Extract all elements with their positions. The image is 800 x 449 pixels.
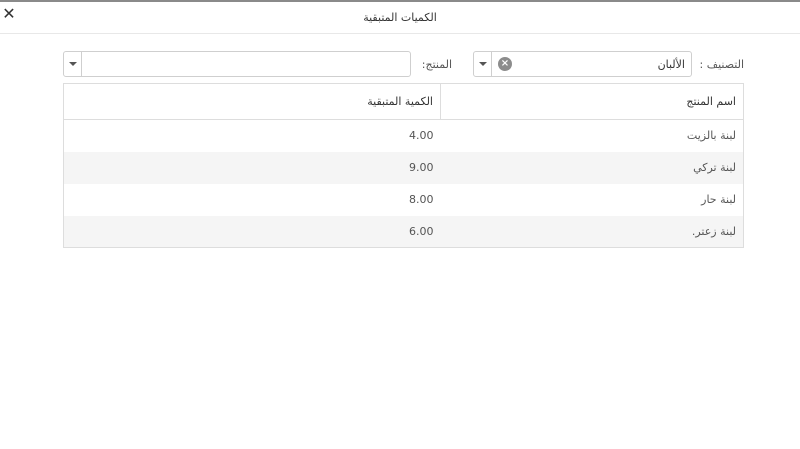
quantity-cell: 4.00 <box>63 119 441 152</box>
table-row[interactable]: لبنة حار 8.00 <box>63 183 744 216</box>
table-row[interactable]: لبنة تركي 9.00 <box>63 151 744 184</box>
product-name-cell: لبنة حار <box>440 183 744 216</box>
category-select-value: الألبان <box>657 58 685 71</box>
product-label: المنتج: <box>421 58 452 71</box>
table-header-row: اسم المنتج الكمية المتبقية <box>63 83 744 120</box>
remaining-quantities-table: اسم المنتج الكمية المتبقية لبنة بالزيت 4… <box>63 83 744 248</box>
category-select[interactable]: × الألبان <box>473 51 692 77</box>
product-select[interactable] <box>63 51 411 77</box>
chevron-down-icon[interactable] <box>474 52 492 76</box>
table-row[interactable]: لبنة زعتر. 6.00 <box>63 215 744 248</box>
dialog-header: ✕ الكميات المتبقية <box>0 2 800 34</box>
quantity-cell: 8.00 <box>63 183 441 216</box>
product-name-cell: لبنة زعتر. <box>440 215 744 248</box>
chevron-down-icon[interactable] <box>64 52 82 76</box>
clear-icon[interactable]: × <box>498 57 512 71</box>
table-row[interactable]: لبنة بالزيت 4.00 <box>63 119 744 152</box>
quantity-cell: 9.00 <box>63 151 441 184</box>
product-name-cell: لبنة تركي <box>440 151 744 184</box>
dialog-title: الكميات المتبقية <box>363 11 437 24</box>
column-header-remaining-quantity[interactable]: الكمية المتبقية <box>63 83 441 120</box>
quantity-cell: 6.00 <box>63 215 441 248</box>
product-name-cell: لبنة بالزيت <box>440 119 744 152</box>
filter-bar: التصنيف : × الألبان المنتج: <box>63 51 744 77</box>
category-label: التصنيف : <box>699 58 745 71</box>
column-header-product-name[interactable]: اسم المنتج <box>440 83 744 120</box>
